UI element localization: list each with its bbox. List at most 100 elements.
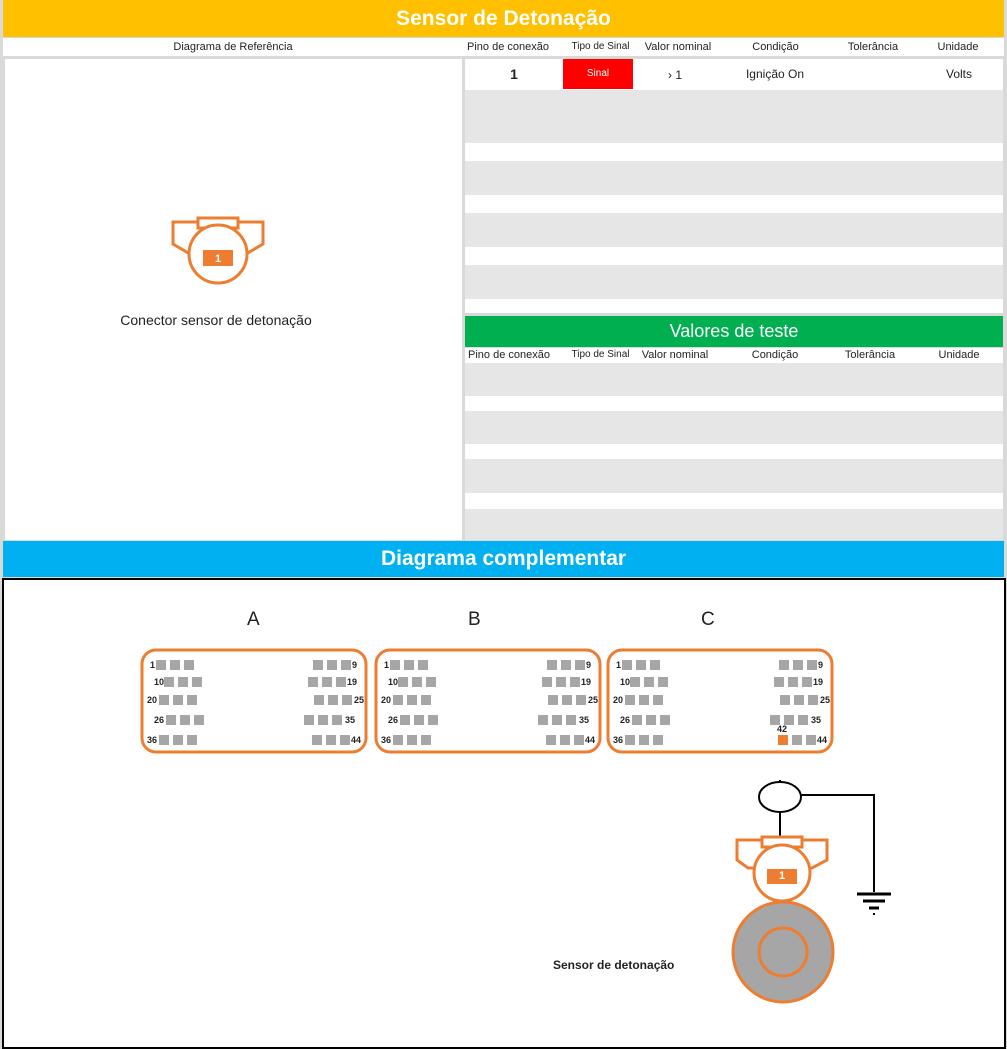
reference-diagram-panel: 1 Conector sensor de detonação bbox=[5, 59, 462, 540]
pin-square bbox=[774, 677, 784, 687]
pin-square bbox=[313, 660, 323, 670]
pin-label: 25 bbox=[588, 695, 598, 705]
pin-label: 44 bbox=[817, 735, 827, 745]
pin-label: 36 bbox=[381, 735, 391, 745]
pin-square bbox=[538, 715, 548, 725]
complementary-diagram: A B C 1 9 10 19 20 25 26 35 36 44 1 9 10 19 20 25 26 35 36… bbox=[2, 578, 1006, 1049]
pin-square bbox=[802, 677, 812, 687]
pin-label: 26 bbox=[154, 715, 164, 725]
connector-pin-label: 1 bbox=[214, 253, 222, 265]
col-signal-type: Tipo de Sinal bbox=[571, 41, 630, 52]
pin-square bbox=[639, 695, 649, 705]
highlight-pin-label: 42 bbox=[777, 724, 788, 734]
pin-square bbox=[780, 695, 790, 705]
connector-b: 1 910 1920 2526 3536 44 bbox=[374, 648, 602, 754]
pin-square bbox=[575, 660, 585, 670]
col-pin: Pino de conexão bbox=[468, 349, 550, 361]
pin-square bbox=[644, 677, 654, 687]
pin-square bbox=[312, 735, 322, 745]
pin-square bbox=[639, 735, 649, 745]
test-values-title: Valores de teste bbox=[465, 316, 1003, 347]
pin-square bbox=[412, 677, 422, 687]
unit-cell: Volts bbox=[945, 67, 972, 81]
pin-square bbox=[560, 735, 570, 745]
pin-label: 10 bbox=[154, 677, 164, 687]
pin-label: 25 bbox=[354, 695, 364, 705]
table-row bbox=[465, 108, 1003, 143]
pin-label: 1 bbox=[616, 660, 621, 670]
pin-square bbox=[173, 695, 183, 705]
pin-square bbox=[166, 715, 176, 725]
complementary-title: Diagrama complementar bbox=[3, 541, 1004, 577]
pin-label: 10 bbox=[388, 677, 398, 687]
pin-square bbox=[807, 660, 817, 670]
pin-label: 19 bbox=[813, 677, 823, 687]
pin-label: 44 bbox=[351, 735, 361, 745]
pin-square bbox=[159, 695, 169, 705]
pin-square bbox=[552, 715, 562, 725]
pin-square bbox=[658, 677, 668, 687]
col-nominal: Valor nominal bbox=[641, 349, 709, 361]
pin-square bbox=[393, 695, 403, 705]
table-row: 1 Sinal › 1 Ignição On Volts bbox=[465, 59, 1003, 89]
pin-square bbox=[187, 735, 197, 745]
pin-square bbox=[398, 677, 408, 687]
pin-square bbox=[548, 695, 558, 705]
pin-square bbox=[547, 660, 557, 670]
condition-cell: Ignição On bbox=[745, 67, 805, 81]
pin-square bbox=[414, 715, 424, 725]
pin-square bbox=[798, 715, 808, 725]
table-row bbox=[465, 265, 1003, 299]
pin-square bbox=[194, 715, 204, 725]
pin-square bbox=[566, 715, 576, 725]
pin-square bbox=[180, 715, 190, 725]
connector-a: 1 910 1920 2526 3536 44 bbox=[140, 648, 368, 754]
pin-square bbox=[327, 660, 337, 670]
pin-square bbox=[806, 735, 816, 745]
pin-square bbox=[650, 660, 660, 670]
pin-label: 20 bbox=[613, 695, 623, 705]
pin-square bbox=[542, 677, 552, 687]
pin-square bbox=[332, 715, 342, 725]
pin-square bbox=[170, 660, 180, 670]
pin-square bbox=[421, 695, 431, 705]
pin-label: 20 bbox=[381, 695, 391, 705]
pin-square bbox=[390, 660, 400, 670]
col-signal-type: Tipo de Sinal bbox=[571, 349, 630, 360]
pin-square bbox=[632, 715, 642, 725]
pin-square bbox=[421, 735, 431, 745]
pin-square bbox=[788, 677, 798, 687]
pin-square bbox=[184, 660, 194, 670]
pin-square bbox=[546, 735, 556, 745]
col-tolerance: Tolerância bbox=[844, 349, 896, 361]
col-unit: Unidade bbox=[938, 349, 980, 361]
col-pin: Pino de conexão bbox=[467, 41, 549, 53]
pin-square bbox=[636, 660, 646, 670]
pin-label: 36 bbox=[147, 735, 157, 745]
highlight-pin bbox=[778, 735, 788, 745]
pin-square bbox=[576, 695, 586, 705]
sensor-pin-label: 1 bbox=[778, 870, 786, 882]
pin-square bbox=[622, 660, 632, 670]
main-table: 1 Sinal › 1 Ignição On Volts bbox=[465, 59, 1003, 313]
pin-square bbox=[192, 677, 202, 687]
pin-square bbox=[653, 695, 663, 705]
pin-label: 9 bbox=[352, 660, 357, 670]
pin-square bbox=[653, 735, 663, 745]
pin-square bbox=[808, 695, 818, 705]
pin-label: 44 bbox=[585, 735, 595, 745]
pin-square bbox=[794, 695, 804, 705]
pin-square bbox=[393, 735, 403, 745]
pin-square bbox=[156, 660, 166, 670]
table-row bbox=[465, 459, 1003, 493]
pin-square bbox=[336, 677, 346, 687]
pin-square bbox=[660, 715, 670, 725]
pin-label: 19 bbox=[347, 677, 357, 687]
nominal-cell: › 1 bbox=[667, 68, 682, 82]
table-header: Diagrama de Referência Pino de conexão T… bbox=[3, 38, 1004, 56]
col-unit: Unidade bbox=[937, 41, 979, 53]
pin-label: 26 bbox=[620, 715, 630, 725]
pin-square bbox=[779, 660, 789, 670]
pin-label: 36 bbox=[613, 735, 623, 745]
pin-square bbox=[428, 715, 438, 725]
